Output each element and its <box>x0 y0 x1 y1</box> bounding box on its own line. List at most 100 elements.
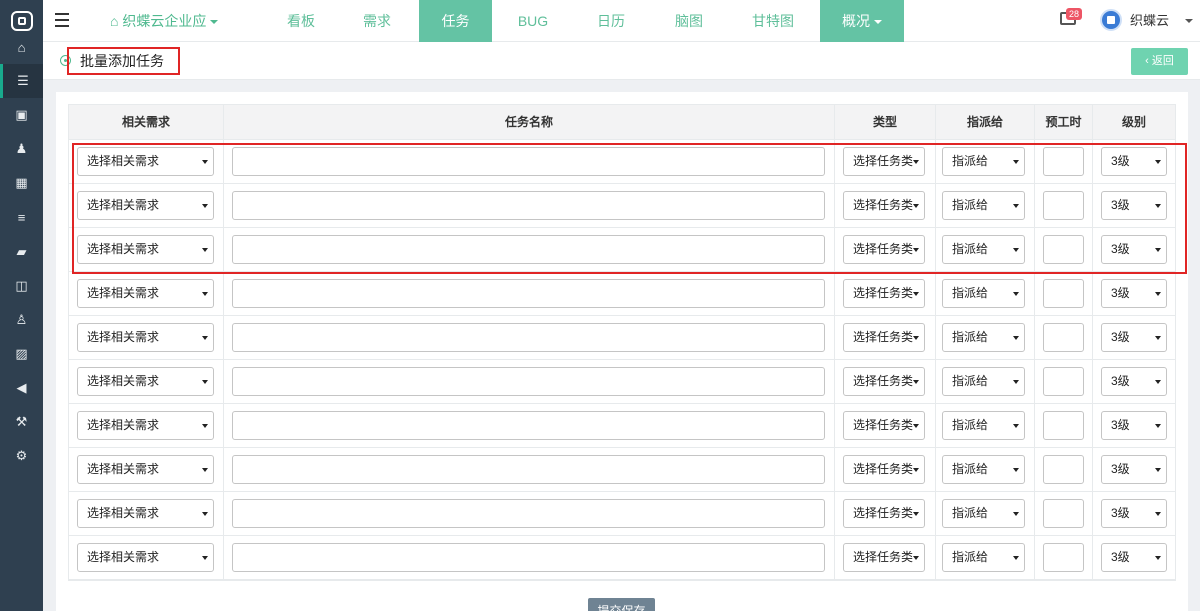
requirement-select[interactable]: 选择相关需求 <box>77 455 214 484</box>
task-name-input[interactable] <box>232 455 825 484</box>
task-name-input[interactable] <box>232 543 825 572</box>
cell-type: 选择任务类 <box>834 492 935 536</box>
image-icon[interactable]: ▨ <box>0 337 43 371</box>
task-name-input[interactable] <box>232 499 825 528</box>
book-icon[interactable]: ▰ <box>0 235 43 269</box>
level-select[interactable]: 3级 <box>1101 367 1167 396</box>
task-type-select[interactable]: 选择任务类 <box>843 279 925 308</box>
mail-count-badge: 28 <box>1066 8 1083 20</box>
estimated-hours-input[interactable] <box>1043 411 1084 440</box>
assignee-select[interactable]: 指派给 <box>942 367 1025 396</box>
gavel-icon[interactable]: ⚒ <box>0 405 43 439</box>
caret-down-icon <box>202 512 208 516</box>
menu-toggle-icon[interactable] <box>55 13 69 31</box>
server-icon[interactable]: ≡ <box>0 200 43 234</box>
requirement-select[interactable]: 选择相关需求 <box>77 367 214 396</box>
tab-gantt[interactable]: 甘特图 <box>733 0 813 42</box>
assignee-select[interactable]: 指派给 <box>942 411 1025 440</box>
assignee-select[interactable]: 指派给 <box>942 455 1025 484</box>
estimated-hours-input[interactable] <box>1043 455 1084 484</box>
level-select-value: 3级 <box>1111 462 1130 476</box>
estimated-hours-input[interactable] <box>1043 323 1084 352</box>
home-icon[interactable]: ⌂ <box>0 30 43 64</box>
estimated-hours-input[interactable] <box>1043 367 1084 396</box>
cell-task-name <box>223 448 834 492</box>
estimated-hours-input[interactable] <box>1043 499 1084 528</box>
level-select[interactable]: 3级 <box>1101 323 1167 352</box>
tab-requirements[interactable]: 需求 <box>341 0 413 42</box>
estimated-hours-input[interactable] <box>1043 543 1084 572</box>
caret-down-icon <box>913 556 919 560</box>
tab-mindmap[interactable]: 脑图 <box>653 0 725 42</box>
requirement-select-value: 选择相关需求 <box>87 418 160 432</box>
caret-down-icon <box>913 468 919 472</box>
assignee-select[interactable]: 指派给 <box>942 279 1025 308</box>
cell-assignee: 指派给 <box>935 360 1034 404</box>
cell-assignee: 指派给 <box>935 316 1034 360</box>
cell-level: 3级 <box>1092 448 1175 492</box>
requirement-select[interactable]: 选择相关需求 <box>77 543 214 572</box>
task-type-select-value: 选择任务类 <box>853 330 914 344</box>
cogs-icon[interactable]: ⚙ <box>0 439 43 473</box>
sidebar: ⌂ ☰ ▣ ♟ ▦ ≡ ▰ ◫ ♙ ▨ ◀ ⚒ ⚙ <box>0 0 43 611</box>
level-select[interactable]: 3级 <box>1101 543 1167 572</box>
person-icon[interactable]: ♙ <box>0 303 43 337</box>
requirement-select[interactable]: 选择相关需求 <box>77 323 214 352</box>
submit-button[interactable]: 提交保存 <box>588 598 655 611</box>
task-name-input[interactable] <box>232 411 825 440</box>
level-select-value: 3级 <box>1111 330 1130 344</box>
cell-level: 3级 <box>1092 360 1175 404</box>
task-type-select[interactable]: 选择任务类 <box>843 323 925 352</box>
level-select[interactable]: 3级 <box>1101 499 1167 528</box>
tab-tasks[interactable]: 任务 <box>419 0 492 42</box>
requirement-select[interactable]: 选择相关需求 <box>77 499 214 528</box>
cell-type: 选择任务类 <box>834 272 935 316</box>
assignee-select[interactable]: 指派给 <box>942 323 1025 352</box>
assignee-select[interactable]: 指派给 <box>942 499 1025 528</box>
back-button-label: 返回 <box>1151 55 1174 67</box>
table-header: 相关需求 任务名称 类型 指派给 预工时 级别 <box>69 105 1175 140</box>
project-selector[interactable]: ⌂ 织蝶云企业应 <box>110 0 219 42</box>
task-name-input[interactable] <box>232 367 825 396</box>
briefcase-icon[interactable]: ▣ <box>0 98 43 132</box>
columns-icon[interactable]: ◫ <box>0 269 43 303</box>
user-name[interactable]: 织蝶云 <box>1130 0 1169 42</box>
level-select[interactable]: 3级 <box>1101 411 1167 440</box>
estimated-hours-input[interactable] <box>1043 279 1084 308</box>
level-select[interactable]: 3级 <box>1101 455 1167 484</box>
cell-task-name <box>223 272 834 316</box>
level-select-value: 3级 <box>1111 286 1130 300</box>
header-assignee: 指派给 <box>935 105 1034 140</box>
requirement-select[interactable]: 选择相关需求 <box>77 279 214 308</box>
task-type-select-value: 选择任务类 <box>853 506 914 520</box>
calendar-icon[interactable]: ▦ <box>0 166 43 200</box>
task-type-select[interactable]: 选择任务类 <box>843 499 925 528</box>
list-icon[interactable]: ☰ <box>0 64 43 98</box>
task-name-input[interactable] <box>232 323 825 352</box>
assignee-select-value: 指派给 <box>952 550 989 564</box>
task-name-input[interactable] <box>232 279 825 308</box>
task-type-select[interactable]: 选择任务类 <box>843 455 925 484</box>
task-type-select[interactable]: 选择任务类 <box>843 367 925 396</box>
cell-level: 3级 <box>1092 536 1175 580</box>
cell-level: 3级 <box>1092 316 1175 360</box>
bullhorn-icon[interactable]: ◀ <box>0 371 43 405</box>
cell-requirement: 选择相关需求 <box>69 272 223 316</box>
tab-kanban[interactable]: 看板 <box>273 0 329 42</box>
header-level: 级别 <box>1092 105 1175 140</box>
task-type-select[interactable]: 选择任务类 <box>843 411 925 440</box>
tab-bug[interactable]: BUG <box>498 0 568 42</box>
caret-down-icon <box>913 424 919 428</box>
requirement-select[interactable]: 选择相关需求 <box>77 411 214 440</box>
level-select[interactable]: 3级 <box>1101 279 1167 308</box>
cell-level: 3级 <box>1092 272 1175 316</box>
chevron-down-icon[interactable] <box>1185 19 1193 23</box>
tab-overview[interactable]: 概况 <box>820 0 904 42</box>
users-icon[interactable]: ♟ <box>0 132 43 166</box>
task-type-select[interactable]: 选择任务类 <box>843 543 925 572</box>
assignee-select[interactable]: 指派给 <box>942 543 1025 572</box>
back-button[interactable]: ‹ 返回 <box>1131 48 1188 75</box>
avatar[interactable] <box>1100 9 1122 31</box>
tab-calendar[interactable]: 日历 <box>575 0 647 42</box>
cell-type: 选择任务类 <box>834 316 935 360</box>
